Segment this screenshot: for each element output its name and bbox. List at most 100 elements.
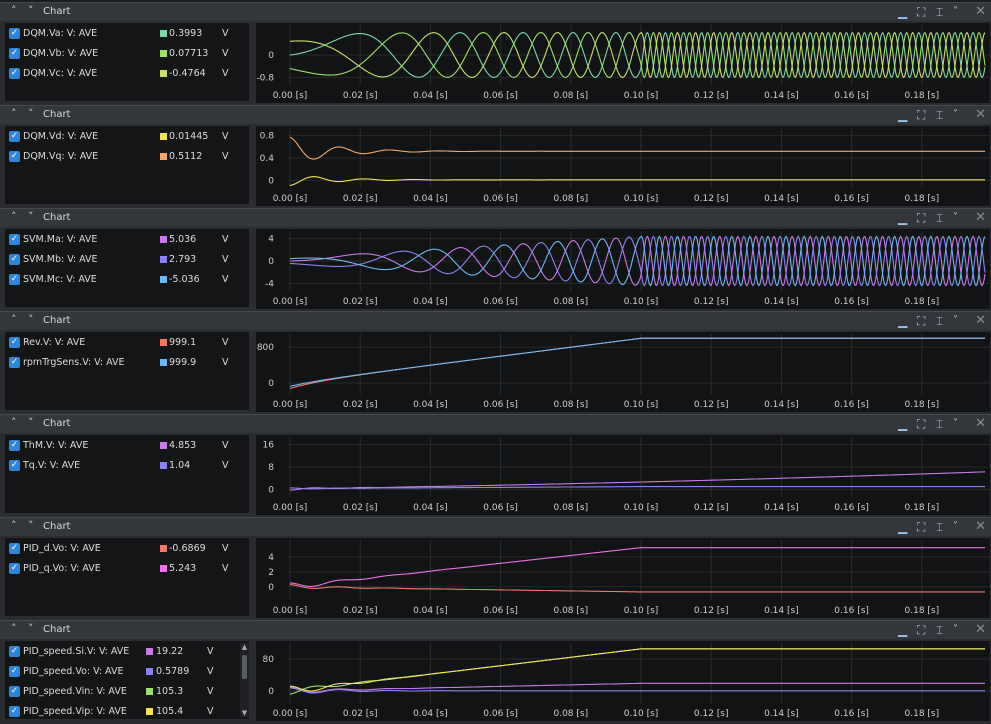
collapse-up-icon[interactable]: ˄ — [11, 313, 17, 326]
signal-checkbox[interactable]: ✓ — [9, 357, 20, 368]
signal-checkbox[interactable]: ✓ — [9, 543, 20, 554]
signal-row[interactable]: ✓ SVM.Ma: V: AVE 5.036 V — [5, 230, 249, 250]
plot-area[interactable]: 0.00 [s] 0.02 [s] 0.04 [s] 0.06 [s] 0.08 [s]… — [256, 641, 990, 721]
fit-icon[interactable]: ⛶ — [917, 5, 925, 19]
close-icon[interactable]: ✕ — [975, 519, 986, 534]
expand-down-icon[interactable]: ˅ — [28, 519, 34, 532]
signal-row[interactable]: ✓ SVM.Mb: V: AVE 2.793 V — [5, 250, 249, 270]
signal-checkbox[interactable]: ✓ — [9, 254, 20, 265]
signal-row[interactable]: ✓ PID_speed.Vin: V: AVE 105.3 V — [5, 682, 249, 702]
signal-checkbox[interactable]: ✓ — [9, 28, 20, 39]
signal-checkbox[interactable]: ✓ — [9, 337, 20, 348]
scroll-up-icon[interactable]: ▲ — [240, 643, 249, 651]
x-tick-label: 0.12 [s] — [694, 91, 729, 101]
close-icon[interactable]: ✕ — [975, 107, 986, 122]
cursor-icon[interactable]: ⌶ — [936, 314, 943, 328]
close-icon[interactable]: ✕ — [975, 4, 986, 19]
signal-row[interactable]: ✓ rpmTrgSens.V: V: AVE 999.9 V — [5, 353, 249, 373]
plot-area[interactable]: 0.00 [s] 0.02 [s] 0.04 [s] 0.06 [s] 0.08 [s]… — [256, 332, 990, 412]
collapse-up-icon[interactable]: ˄ — [11, 416, 17, 429]
plot-area[interactable]: 0.00 [s] 0.02 [s] 0.04 [s] 0.06 [s] 0.08 [s]… — [256, 538, 990, 618]
signal-checkbox[interactable]: ✓ — [9, 460, 20, 471]
plot-area[interactable]: 0.00 [s] 0.02 [s] 0.04 [s] 0.06 [s] 0.08 [s]… — [256, 229, 990, 309]
expand-down-icon[interactable]: ˅ — [28, 210, 34, 223]
collapse-up-icon[interactable]: ˄ — [11, 4, 17, 17]
signal-checkbox[interactable]: ✓ — [9, 234, 20, 245]
minimize-icon[interactable]: ▁ — [898, 211, 907, 225]
signal-row[interactable]: ✓ DQM.Vc: V: AVE -0.4764 V — [5, 64, 249, 84]
signal-row[interactable]: ✓ Rev.V: V: AVE 999.1 V — [5, 333, 249, 353]
signal-row[interactable]: ✓ PID_speed.Si.V: V: AVE 19.22 V — [5, 642, 249, 662]
signal-row[interactable]: ✓ DQM.Vq: V: AVE 0.5112 V — [5, 147, 249, 167]
collapse-up-icon[interactable]: ˄ — [11, 622, 17, 635]
signal-row[interactable]: ✓ DQM.Va: V: AVE 0.3993 V — [5, 24, 249, 44]
signal-checkbox[interactable]: ✓ — [9, 646, 20, 657]
fit-icon[interactable]: ⛶ — [917, 417, 925, 431]
dropdown-icon[interactable]: ˅ — [953, 623, 958, 637]
signal-checkbox[interactable]: ✓ — [9, 274, 20, 285]
signal-checkbox[interactable]: ✓ — [9, 440, 20, 451]
cursor-icon[interactable]: ⌶ — [936, 417, 943, 431]
signal-checkbox[interactable]: ✓ — [9, 68, 20, 79]
close-icon[interactable]: ✕ — [975, 313, 986, 328]
signal-row[interactable]: ✓ PID_speed.Vip: V: AVE 105.4 V — [5, 702, 249, 722]
fit-icon[interactable]: ⛶ — [917, 314, 925, 328]
close-icon[interactable]: ✕ — [975, 622, 986, 637]
scroll-down-icon[interactable]: ▼ — [240, 709, 249, 717]
x-tick-label: 0.14 [s] — [764, 400, 799, 410]
signal-checkbox[interactable]: ✓ — [9, 686, 20, 697]
signal-row[interactable]: ✓ PID_speed.Vo: V: AVE 0.5789 V — [5, 662, 249, 682]
close-icon[interactable]: ✕ — [975, 210, 986, 225]
expand-down-icon[interactable]: ˅ — [28, 313, 34, 326]
collapse-up-icon[interactable]: ˄ — [11, 210, 17, 223]
signal-row[interactable]: ✓ DQM.Vb: V: AVE 0.07713 V — [5, 44, 249, 64]
signal-row[interactable]: ✓ PID_d.Vo: V: AVE -0.6869 V — [5, 539, 249, 559]
fit-icon[interactable]: ⛶ — [917, 108, 925, 122]
dropdown-icon[interactable]: ˅ — [953, 108, 958, 122]
cursor-icon[interactable]: ⌶ — [936, 520, 943, 534]
cursor-icon[interactable]: ⌶ — [936, 623, 943, 637]
expand-down-icon[interactable]: ˅ — [28, 4, 34, 17]
close-icon[interactable]: ✕ — [975, 416, 986, 431]
dropdown-icon[interactable]: ˅ — [953, 211, 958, 225]
dropdown-icon[interactable]: ˅ — [953, 417, 958, 431]
minimize-icon[interactable]: ▁ — [898, 108, 907, 122]
collapse-up-icon[interactable]: ˄ — [11, 107, 17, 120]
signal-checkbox[interactable]: ✓ — [9, 131, 20, 142]
plot-area[interactable]: 0.00 [s] 0.02 [s] 0.04 [s] 0.06 [s] 0.08 [s]… — [256, 126, 990, 206]
signal-checkbox[interactable]: ✓ — [9, 563, 20, 574]
fit-icon[interactable]: ⛶ — [917, 211, 925, 225]
legend-scrollbar[interactable]: ▲ ▼ — [240, 643, 249, 717]
signal-row[interactable]: ✓ SVM.Mc: V: AVE -5.036 V — [5, 270, 249, 290]
expand-down-icon[interactable]: ˅ — [28, 622, 34, 635]
fit-icon[interactable]: ⛶ — [917, 623, 925, 637]
signal-row[interactable]: ✓ ThM.V: V: AVE 4.853 V — [5, 436, 249, 456]
plot-area[interactable]: 0.00 [s] 0.02 [s] 0.04 [s] 0.06 [s] 0.08 [s]… — [256, 23, 990, 103]
signal-checkbox[interactable]: ✓ — [9, 706, 20, 717]
expand-down-icon[interactable]: ˅ — [28, 107, 34, 120]
cursor-icon[interactable]: ⌶ — [936, 108, 943, 122]
signal-row[interactable]: ✓ PID_q.Vo: V: AVE 5.243 V — [5, 559, 249, 579]
minimize-icon[interactable]: ▁ — [898, 417, 907, 431]
minimize-icon[interactable]: ▁ — [898, 520, 907, 534]
collapse-up-icon[interactable]: ˄ — [11, 519, 17, 532]
signal-row[interactable]: ✓ DQM.Vd: V: AVE 0.01445 V — [5, 127, 249, 147]
expand-down-icon[interactable]: ˅ — [28, 416, 34, 429]
plot-area[interactable]: 0.00 [s] 0.02 [s] 0.04 [s] 0.06 [s] 0.08 [s]… — [256, 435, 990, 515]
signal-checkbox[interactable]: ✓ — [9, 151, 20, 162]
fit-icon[interactable]: ⛶ — [917, 520, 925, 534]
cursor-icon[interactable]: ⌶ — [936, 5, 943, 19]
minimize-icon[interactable]: ▁ — [898, 314, 907, 328]
scroll-thumb[interactable] — [242, 655, 247, 679]
cursor-icon[interactable]: ⌶ — [936, 211, 943, 225]
signal-checkbox[interactable]: ✓ — [9, 48, 20, 59]
x-tick-label: 0.14 [s] — [764, 91, 799, 101]
signal-checkbox[interactable]: ✓ — [9, 666, 20, 677]
chart-panel: ˄ ˅ Chart ▁ ⛶ ⌶ ˅ ✕ ✓ PID_d.Vo: V: AVE -0.6869 V ✓ PI… — [0, 517, 991, 621]
minimize-icon[interactable]: ▁ — [898, 623, 907, 637]
dropdown-icon[interactable]: ˅ — [953, 314, 958, 328]
signal-row[interactable]: ✓ Tq.V: V: AVE 1.04 V — [5, 456, 249, 476]
minimize-icon[interactable]: ▁ — [898, 5, 907, 19]
dropdown-icon[interactable]: ˅ — [953, 520, 958, 534]
dropdown-icon[interactable]: ˅ — [953, 5, 958, 19]
